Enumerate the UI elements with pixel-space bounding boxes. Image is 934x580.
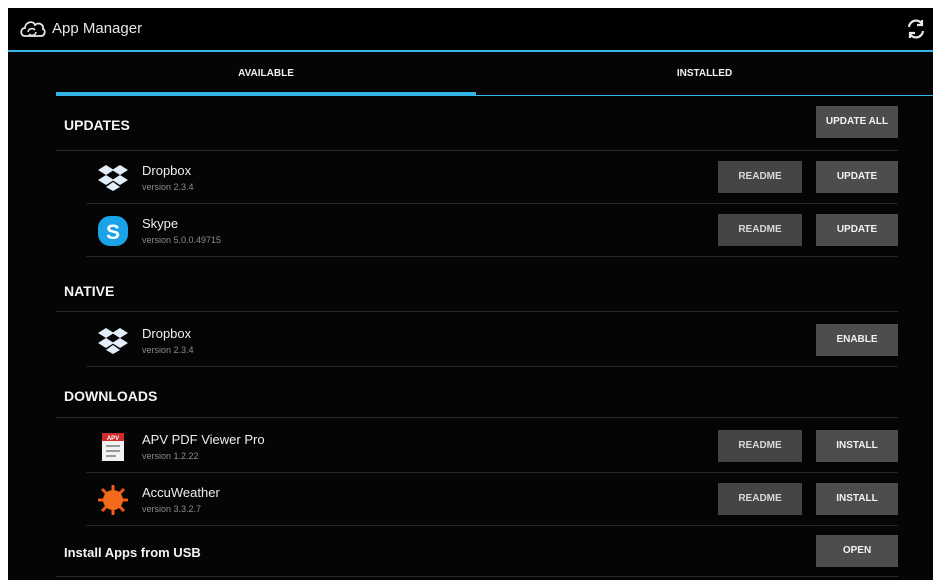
update-all-button[interactable]: UPDATE ALL xyxy=(816,106,898,138)
app-version: version 3.3.2.7 xyxy=(142,504,202,514)
section-downloads-header: DOWNLOADS xyxy=(56,367,898,418)
cloud-sync-icon[interactable] xyxy=(18,16,46,42)
skype-icon: S xyxy=(98,216,128,246)
readme-button[interactable]: README xyxy=(718,214,802,246)
app-name: Skype xyxy=(142,216,179,231)
tab-installed[interactable]: INSTALLED xyxy=(476,52,933,96)
readme-button[interactable]: README xyxy=(718,483,802,515)
section-native-header: NATIVE xyxy=(56,257,898,312)
app-manager-screen: App Manager AVAILABLE INSTALLED UPDATES … xyxy=(8,8,933,580)
update-button[interactable]: UPDATE xyxy=(816,161,898,193)
app-name: Dropbox xyxy=(142,326,192,341)
app-version: version 2.3.4 xyxy=(142,182,194,192)
list-item-dropbox-native: Dropbox version 2.3.4 ENABLE xyxy=(86,314,898,367)
dropbox-icon xyxy=(98,328,128,354)
svg-text:APV: APV xyxy=(107,436,119,442)
enable-button[interactable]: ENABLE xyxy=(816,324,898,356)
action-bar: App Manager xyxy=(8,8,933,52)
list-item-skype-update: S Skype version 5.0.0.49715 README UPDAT… xyxy=(86,204,898,257)
list-item-dropbox-update: Dropbox version 2.3.4 README UPDATE xyxy=(86,151,898,204)
section-title-native: NATIVE xyxy=(64,283,115,299)
app-name: AccuWeather xyxy=(142,485,220,500)
tab-available[interactable]: AVAILABLE xyxy=(56,52,476,96)
app-title: App Manager xyxy=(52,20,143,37)
svg-text:S: S xyxy=(106,221,120,244)
app-name: APV PDF Viewer Pro xyxy=(142,432,265,447)
install-button[interactable]: INSTALL xyxy=(816,430,898,462)
open-usb-button[interactable]: OPEN xyxy=(816,535,898,567)
dropbox-icon xyxy=(98,165,128,191)
app-version: version 5.0.0.49715 xyxy=(142,235,222,245)
refresh-icon[interactable] xyxy=(905,18,927,40)
list-item-accuweather: AccuWeather version 3.3.2.7 README INSTA… xyxy=(86,473,898,526)
readme-button[interactable]: README xyxy=(718,161,802,193)
section-usb-install: Install Apps from USB OPEN xyxy=(56,526,898,577)
section-updates-header: UPDATES UPDATE ALL xyxy=(56,96,898,151)
update-button[interactable]: UPDATE xyxy=(816,214,898,246)
tab-bar: AVAILABLE INSTALLED xyxy=(56,52,933,96)
section-title-downloads: DOWNLOADS xyxy=(64,388,158,404)
app-version: version 1.2.22 xyxy=(142,451,199,461)
pdf-icon: APV xyxy=(102,433,124,461)
section-title-updates: UPDATES xyxy=(64,117,130,133)
install-button[interactable]: INSTALL xyxy=(816,483,898,515)
app-list: UPDATES UPDATE ALL Dropbox version 2.3.4… xyxy=(56,96,898,580)
app-name: Dropbox xyxy=(142,163,192,178)
usb-install-label: Install Apps from USB xyxy=(64,545,201,560)
readme-button[interactable]: README xyxy=(718,430,802,462)
sun-icon xyxy=(98,485,128,515)
list-item-apv-pdf-viewer: APV APV PDF Viewer Pro version 1.2.22 RE… xyxy=(86,420,898,473)
app-version: version 2.3.4 xyxy=(142,345,194,355)
